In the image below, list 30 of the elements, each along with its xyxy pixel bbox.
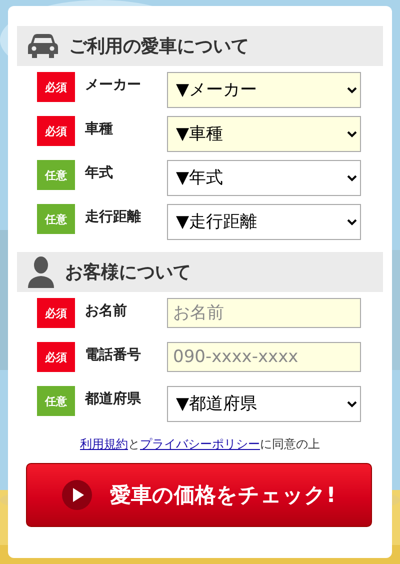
section-title: ご利用の愛車について bbox=[69, 35, 249, 58]
field-label: 車種 bbox=[85, 120, 114, 139]
input-field[interactable]: お名前 bbox=[167, 298, 361, 328]
field-badge: 任意 bbox=[37, 386, 75, 416]
field-label: 電話番号 bbox=[85, 346, 142, 365]
select-field[interactable]: ▼年式 bbox=[167, 160, 361, 196]
play-icon bbox=[62, 480, 92, 510]
privacy-policy-link[interactable]: プライバシーポリシー bbox=[140, 437, 260, 451]
field-badge: 必須 bbox=[37, 342, 75, 372]
car-icon bbox=[27, 33, 59, 59]
select-field[interactable]: ▼メーカー bbox=[167, 72, 361, 108]
field-label: 年式 bbox=[85, 164, 114, 183]
person-icon bbox=[27, 256, 55, 288]
field-badge: 必須 bbox=[37, 72, 75, 102]
select-field[interactable]: ▼走行距離 bbox=[167, 204, 361, 240]
agreement-text: 利用規約 と プライバシーポリシーに同意の上 bbox=[79, 436, 321, 453]
field-label: 都道府県 bbox=[85, 390, 142, 409]
field-label: お名前 bbox=[85, 302, 128, 321]
field-badge: 必須 bbox=[37, 116, 75, 146]
section-title: お客様について bbox=[65, 261, 191, 284]
field-badge: 任意 bbox=[37, 160, 75, 190]
field-label: メーカー bbox=[85, 76, 142, 95]
field-badge: 必須 bbox=[37, 298, 75, 328]
field-badge: 任意 bbox=[37, 204, 75, 234]
terms-link[interactable]: 利用規約 bbox=[80, 437, 128, 451]
submit-button[interactable]: 愛車の価格をチェック! bbox=[26, 463, 372, 527]
select-field[interactable]: ▼車種 bbox=[167, 116, 361, 152]
select-field[interactable]: ▼都道府県 bbox=[167, 386, 361, 422]
field-label: 走行距離 bbox=[85, 208, 142, 227]
input-field[interactable]: 090-xxxx-xxxx bbox=[167, 342, 361, 372]
